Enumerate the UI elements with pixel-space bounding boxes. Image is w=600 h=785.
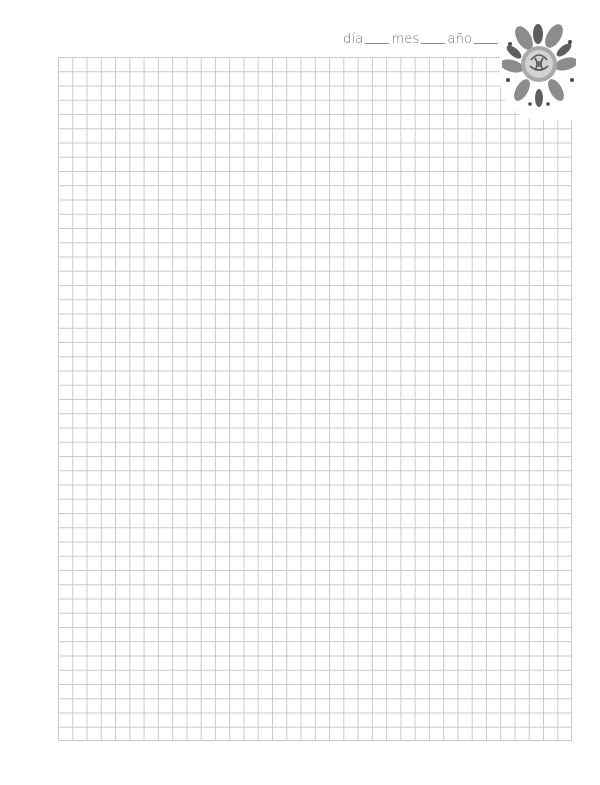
day-label: día [343, 32, 364, 47]
month-label: mes [391, 32, 420, 47]
floral-ornament-icon [502, 24, 576, 107]
year-label: año [447, 32, 473, 47]
notebook-page: día mes año [0, 0, 600, 785]
month-blank[interactable] [421, 43, 446, 44]
year-blank[interactable] [474, 43, 499, 44]
date-fields: día mes año [343, 33, 500, 46]
day-blank[interactable] [365, 43, 390, 44]
graph-paper-grid [58, 57, 572, 741]
